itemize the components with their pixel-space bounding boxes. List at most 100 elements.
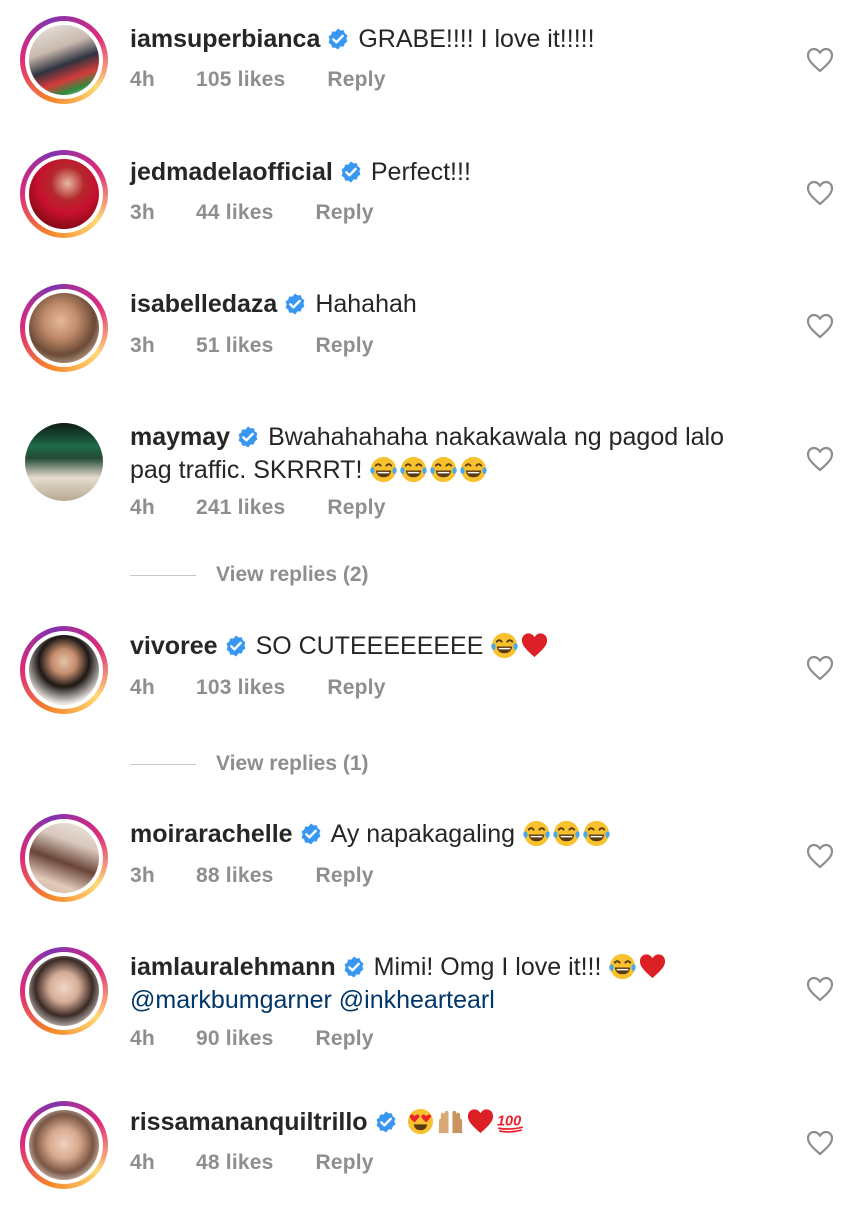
comment-meta: 3h 44 likes Reply bbox=[130, 201, 374, 225]
comment-body: SO CUTEEEEEEEE bbox=[255, 632, 484, 660]
like-heart-icon[interactable] bbox=[806, 446, 834, 472]
likes-count[interactable]: 241 likes bbox=[196, 496, 285, 520]
laughing-crying-emoji-icon bbox=[399, 455, 428, 484]
timestamp: 3h bbox=[130, 334, 155, 357]
like-heart-icon[interactable] bbox=[806, 313, 834, 339]
reply-button[interactable]: Reply bbox=[316, 1027, 374, 1051]
comment-body: Ay napakagaling bbox=[330, 820, 516, 848]
timestamp: 4h bbox=[130, 1027, 155, 1050]
laughing-crying-emoji-icon bbox=[552, 819, 581, 848]
raised-hands-emoji-icon bbox=[436, 1107, 465, 1136]
avatar[interactable] bbox=[20, 626, 108, 714]
like-heart-icon[interactable] bbox=[806, 180, 834, 206]
comment-meta: 3h 51 likes Reply bbox=[130, 334, 374, 358]
avatar[interactable] bbox=[20, 150, 108, 238]
timestamp: 4h bbox=[130, 676, 155, 699]
comment-text: iamsuperbianca GRABE!!!! I love it!!!!! bbox=[130, 23, 750, 56]
likes-count[interactable]: 44 likes bbox=[196, 201, 274, 225]
avatar[interactable] bbox=[20, 814, 108, 902]
red-heart-emoji-icon bbox=[520, 631, 549, 660]
likes-count[interactable]: 51 likes bbox=[196, 334, 274, 358]
reply-button[interactable]: Reply bbox=[316, 334, 374, 358]
avatar[interactable] bbox=[20, 16, 108, 104]
verified-badge-icon bbox=[224, 634, 248, 658]
replies-divider bbox=[130, 574, 196, 576]
view-replies-label[interactable]: View replies (1) bbox=[216, 752, 369, 775]
laughing-crying-emoji-icon bbox=[459, 455, 488, 484]
comment-body: GRABE!!!! I love it!!!!! bbox=[358, 25, 595, 53]
like-heart-icon[interactable] bbox=[806, 976, 834, 1002]
replies-divider bbox=[130, 763, 196, 765]
username[interactable]: iamsuperbianca bbox=[130, 25, 320, 53]
like-heart-icon[interactable] bbox=[806, 47, 834, 73]
comment-meta: 4h 48 likes Reply bbox=[130, 1151, 374, 1175]
timestamp: 4h bbox=[130, 68, 155, 91]
verified-badge-icon bbox=[339, 160, 363, 184]
heart-eyes-emoji-icon bbox=[406, 1107, 435, 1136]
like-heart-icon[interactable] bbox=[806, 1130, 834, 1156]
comment-text: jedmadelaofficial Perfect!!! bbox=[130, 156, 750, 189]
hundred-points-emoji-icon bbox=[496, 1107, 525, 1136]
mention-links[interactable]: @markbumgarner @inkheartearl bbox=[130, 986, 495, 1014]
timestamp: 4h bbox=[130, 1151, 155, 1174]
reply-button[interactable]: Reply bbox=[316, 1151, 374, 1175]
likes-count[interactable]: 48 likes bbox=[196, 1151, 274, 1175]
verified-badge-icon bbox=[342, 955, 366, 979]
username[interactable]: iamlauralehmann bbox=[130, 953, 336, 981]
reply-button[interactable]: Reply bbox=[327, 676, 385, 700]
comment-body: Hahahah bbox=[315, 290, 417, 318]
comment-body: Mimi! Omg I love it!!! bbox=[373, 953, 602, 981]
reply-button[interactable]: Reply bbox=[316, 201, 374, 225]
red-heart-emoji-icon bbox=[638, 952, 667, 981]
laughing-crying-emoji-icon bbox=[582, 819, 611, 848]
verified-badge-icon bbox=[299, 822, 323, 846]
timestamp: 3h bbox=[130, 864, 155, 887]
red-heart-emoji-icon bbox=[466, 1107, 495, 1136]
comment-text: rissamananquiltrillo bbox=[130, 1106, 750, 1139]
timestamp: 3h bbox=[130, 201, 155, 224]
avatar[interactable] bbox=[20, 947, 108, 1035]
comment-text: moirarachelle Ay napakagaling bbox=[130, 818, 750, 851]
verified-badge-icon bbox=[326, 27, 350, 51]
avatar[interactable] bbox=[20, 1101, 108, 1189]
verified-badge-icon bbox=[283, 292, 307, 316]
likes-count[interactable]: 90 likes bbox=[196, 1027, 274, 1051]
verified-badge-icon bbox=[374, 1110, 398, 1134]
comment-text: vivoree SO CUTEEEEEEEE bbox=[130, 630, 750, 663]
comment-meta: 4h 241 likes Reply bbox=[130, 496, 386, 520]
avatar[interactable] bbox=[20, 418, 108, 506]
likes-count[interactable]: 103 likes bbox=[196, 676, 285, 700]
reply-button[interactable]: Reply bbox=[316, 864, 374, 888]
likes-count[interactable]: 105 likes bbox=[196, 68, 285, 92]
comment-meta: 4h 105 likes Reply bbox=[130, 68, 386, 92]
username[interactable]: vivoree bbox=[130, 632, 218, 660]
like-heart-icon[interactable] bbox=[806, 655, 834, 681]
laughing-crying-emoji-icon bbox=[608, 952, 637, 981]
view-replies-button[interactable]: View replies (1) bbox=[130, 752, 369, 776]
reply-button[interactable]: Reply bbox=[327, 68, 385, 92]
comment-text: iamlauralehmann Mimi! Omg I love it!!! @m… bbox=[130, 951, 750, 1017]
like-heart-icon[interactable] bbox=[806, 843, 834, 869]
laughing-crying-emoji-icon bbox=[490, 631, 519, 660]
username[interactable]: moirarachelle bbox=[130, 820, 293, 848]
laughing-crying-emoji-icon bbox=[429, 455, 458, 484]
view-replies-label[interactable]: View replies (2) bbox=[216, 563, 369, 586]
comment-text: isabelledaza Hahahah bbox=[130, 288, 750, 321]
view-replies-button[interactable]: View replies (2) bbox=[130, 563, 369, 587]
likes-count[interactable]: 88 likes bbox=[196, 864, 274, 888]
username[interactable]: isabelledaza bbox=[130, 290, 277, 318]
avatar[interactable] bbox=[20, 284, 108, 372]
comment-body: Perfect!!! bbox=[370, 158, 471, 186]
laughing-crying-emoji-icon bbox=[369, 455, 398, 484]
comment-meta: 4h 90 likes Reply bbox=[130, 1027, 374, 1051]
username[interactable]: jedmadelaofficial bbox=[130, 158, 333, 186]
verified-badge-icon bbox=[236, 425, 260, 449]
username[interactable]: rissamananquiltrillo bbox=[130, 1108, 368, 1136]
comment-text: maymay Bwahahahaha nakakawala ng pagod la… bbox=[130, 421, 750, 487]
timestamp: 4h bbox=[130, 496, 155, 519]
reply-button[interactable]: Reply bbox=[327, 496, 385, 520]
comment-meta: 4h 103 likes Reply bbox=[130, 676, 386, 700]
username[interactable]: maymay bbox=[130, 423, 230, 451]
laughing-crying-emoji-icon bbox=[522, 819, 551, 848]
comment-meta: 3h 88 likes Reply bbox=[130, 864, 374, 888]
